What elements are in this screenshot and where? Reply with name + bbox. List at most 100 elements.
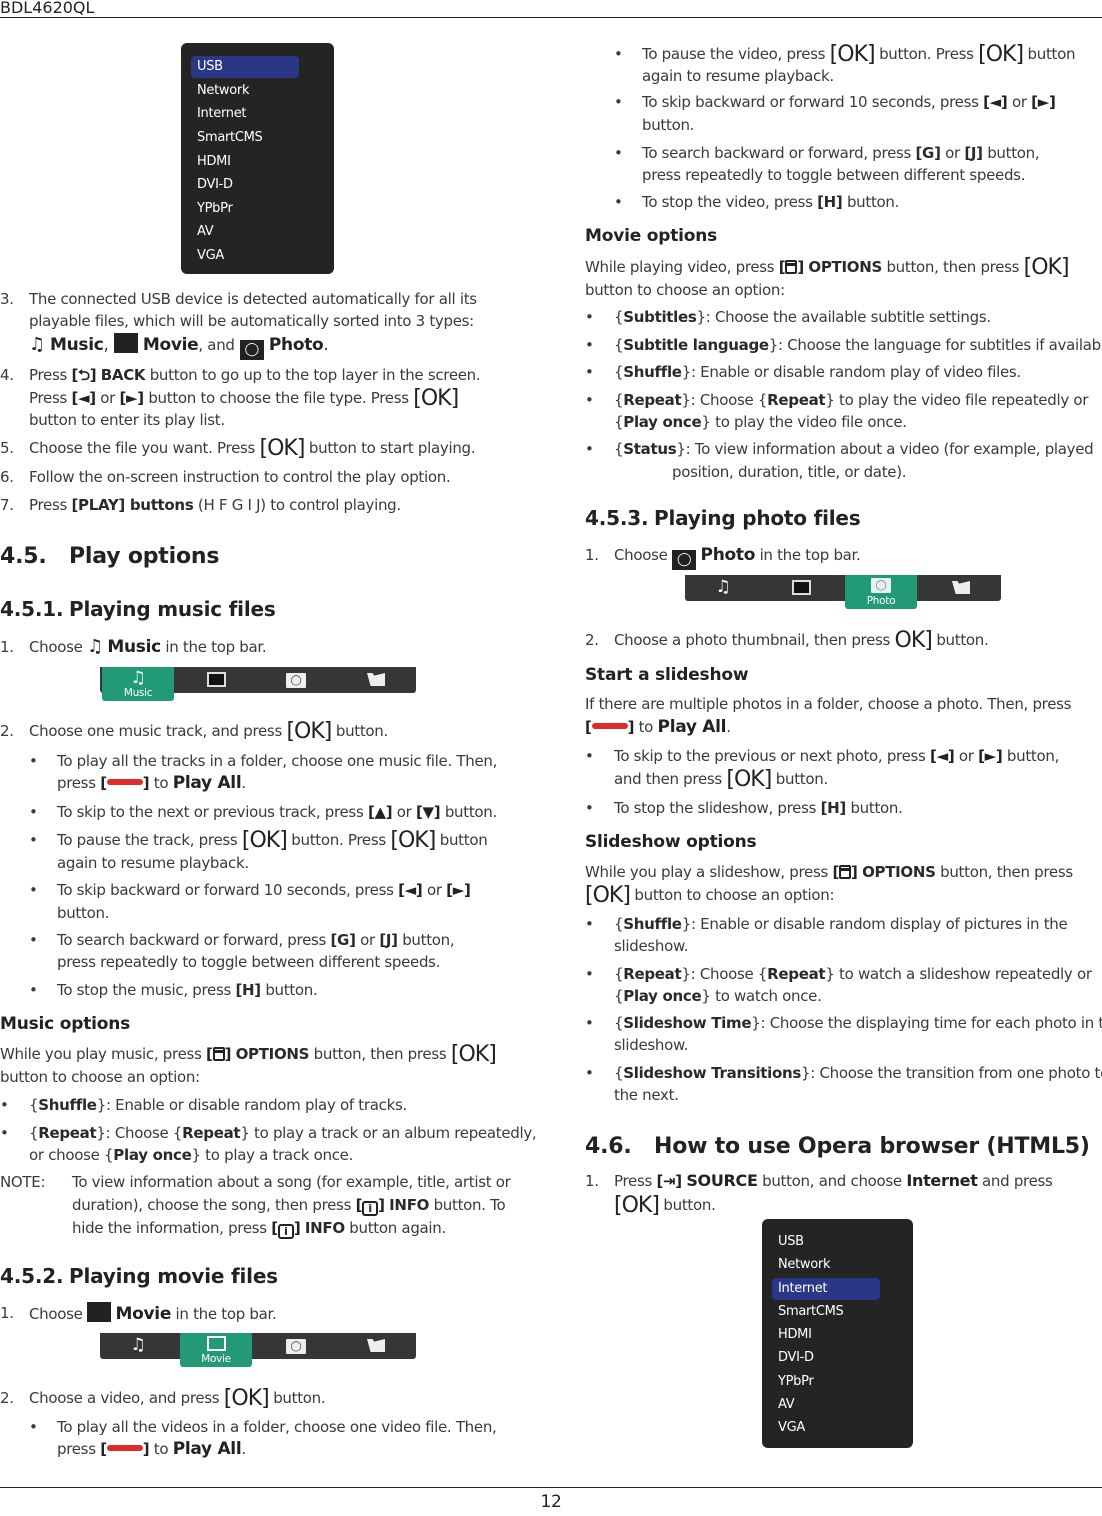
tab-music[interactable]: ♫ <box>687 575 759 601</box>
paragraph-text: button to choose an option: <box>585 281 785 299</box>
text: To skip backward or forward 10 seconds, … <box>57 881 394 899</box>
menu-item-usb[interactable]: USB <box>772 1231 880 1253</box>
media-top-bar-movie: ♫ Movie ◯ <box>100 1333 416 1367</box>
tab-movie[interactable] <box>180 667 252 693</box>
menu-item-ypbpr[interactable]: YPbPr <box>772 1371 880 1393</box>
source-icon: [⇥] <box>656 1172 682 1190</box>
text: to play the video file repeatedly or <box>839 391 1089 409</box>
option-value: Play once <box>623 413 702 431</box>
option-item: slideshow. <box>614 937 689 955</box>
option-item: {Repeat}: Choose {Repeat} to play a trac… <box>29 1124 537 1142</box>
fast-forward-key: [J] <box>964 144 983 162</box>
section-title: Play options <box>69 544 220 569</box>
text: button, then press <box>886 258 1020 276</box>
text: : Choose <box>690 965 754 983</box>
step-text: playable files, which will be automatica… <box>29 312 474 330</box>
menu-item-ypbpr[interactable]: YPbPr <box>191 198 299 220</box>
text: button to start playing. <box>308 439 476 457</box>
menu-item-network[interactable]: Network <box>772 1254 880 1276</box>
folder-icon <box>367 673 385 686</box>
bullet: • <box>614 93 623 111</box>
menu-item-vga[interactable]: VGA <box>772 1417 880 1439</box>
play-keys: (H F G I J) <box>197 496 266 514</box>
menu-item-av[interactable]: AV <box>772 1394 880 1416</box>
text: to play a track once. <box>205 1146 354 1164</box>
bullet: • <box>585 747 594 765</box>
text: button. Press <box>879 45 974 63</box>
text: To stop the slideshow, press <box>614 799 817 817</box>
film-icon <box>791 580 811 595</box>
text: Choose the file you want. Press <box>29 439 256 457</box>
option-item: position, duration, title, or date). <box>672 463 907 481</box>
menu-item-internet[interactable]: Internet <box>772 1278 880 1300</box>
internet-label: Internet <box>906 1171 978 1190</box>
menu-item-internet[interactable]: Internet <box>191 103 299 125</box>
menu-item-smartcms[interactable]: SmartCMS <box>191 127 299 149</box>
tab-movie[interactable] <box>765 575 837 601</box>
option-name: Repeat <box>38 1124 97 1142</box>
tab-movie[interactable]: Movie <box>180 1333 252 1367</box>
text: or <box>360 931 375 949</box>
menu-item-dvi-d[interactable]: DVI-D <box>772 1347 880 1369</box>
subsection-title: Playing music files <box>69 597 276 621</box>
tab-photo[interactable]: ◯ Photo <box>845 575 917 609</box>
tab-music[interactable]: ♫ <box>102 1333 174 1359</box>
text: or <box>396 803 412 821</box>
text: Press <box>614 1172 652 1190</box>
left-arrow-icon: [◄] <box>930 747 955 765</box>
tab-photo[interactable]: ◯ <box>260 667 332 693</box>
text: To skip to the previous or next photo, p… <box>614 747 926 765</box>
menu-item-av[interactable]: AV <box>191 221 299 243</box>
step-number: 4. <box>0 366 14 384</box>
bullet: • <box>585 915 594 933</box>
menu-item-hdmi[interactable]: HDMI <box>772 1324 880 1346</box>
bullet-text: To play all the tracks in a folder, choo… <box>57 752 498 770</box>
text: button. <box>775 770 828 788</box>
menu-item-hdmi[interactable]: HDMI <box>191 151 299 173</box>
option-name: Repeat <box>623 965 682 983</box>
menu-item-dvi-d[interactable]: DVI-D <box>191 174 299 196</box>
text: button, and choose <box>762 1172 902 1190</box>
ok-button-icon: [OK] <box>585 883 631 908</box>
text: or choose <box>29 1146 100 1164</box>
step-number: 1. <box>585 1172 599 1190</box>
option-item: {Subtitles}: Choose the available subtit… <box>614 308 991 326</box>
option-item: {Repeat}: Choose {Repeat} to play the vi… <box>614 391 1089 409</box>
bullet-text: To search backward or forward, press [G]… <box>57 929 455 951</box>
paragraph-text: While you play a slideshow, press [] OPT… <box>585 861 1073 883</box>
bullet: • <box>614 45 623 63</box>
step-text: Choose a photo thumbnail, then press OK]… <box>614 629 989 652</box>
text: To skip backward or forward 10 seconds, … <box>642 93 979 111</box>
text: While you play music, press <box>0 1045 202 1063</box>
tab-photo[interactable]: ◯ <box>260 1333 332 1359</box>
bullet-text: press repeatedly to toggle between diffe… <box>642 166 1026 184</box>
back-icon: [⮌] <box>71 366 97 384</box>
menu-item-network[interactable]: Network <box>191 80 299 102</box>
film-icon <box>206 672 226 687</box>
menu-item-vga[interactable]: VGA <box>191 245 299 267</box>
step-text: button to enter its play list. <box>29 411 225 429</box>
option-name: Shuffle <box>38 1096 97 1114</box>
options-icon: [] <box>778 258 804 276</box>
text: or <box>426 881 442 899</box>
text: button. <box>663 1196 716 1214</box>
text: and press <box>982 1172 1053 1190</box>
tab-files[interactable] <box>340 1333 412 1359</box>
text: : Enable or disable random play of track… <box>105 1096 407 1114</box>
text: While playing video, press <box>585 258 775 276</box>
options-label: OPTIONS <box>862 863 936 881</box>
menu-item-usb[interactable]: USB <box>191 56 299 78</box>
menu-item-smartcms[interactable]: SmartCMS <box>772 1301 880 1323</box>
stop-key: [H] <box>820 799 847 817</box>
paragraph-text: While you play music, press [] OPTIONS b… <box>0 1043 497 1066</box>
text: button again. <box>349 1219 446 1237</box>
bullet-text: To search backward or forward, press [G]… <box>642 142 1040 164</box>
tab-files[interactable] <box>340 667 412 693</box>
tab-music[interactable]: ♫ Music <box>102 667 174 701</box>
option-item: {Shuffle}: Enable or disable random play… <box>29 1096 407 1114</box>
subsection-title: Playing movie files <box>69 1264 278 1288</box>
tab-files[interactable] <box>925 575 997 601</box>
option-value: Play once <box>113 1146 192 1164</box>
ok-button-icon: [OK] <box>223 1386 270 1411</box>
option-value: Repeat <box>182 1124 241 1142</box>
